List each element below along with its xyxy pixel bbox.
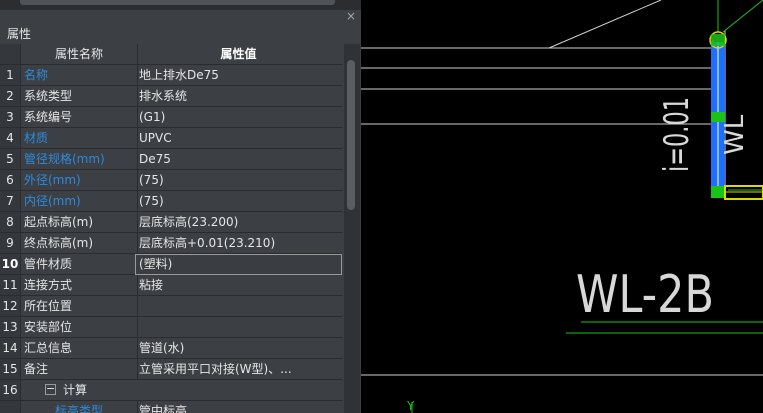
property-value[interactable]: UPVC <box>135 128 342 149</box>
row-number: 9 <box>0 233 21 254</box>
collapse-icon[interactable]: − <box>45 383 56 395</box>
property-value[interactable]: (75) <box>135 191 342 212</box>
row-number: 7 <box>0 191 21 212</box>
property-row[interactable]: 12 所在位置 <box>0 296 343 317</box>
row-number: 6 <box>0 170 21 191</box>
row-number <box>0 401 21 413</box>
group-row-calc[interactable]: 16− 计算 <box>0 380 343 401</box>
property-row[interactable]: 6 外径(mm) (75) <box>0 170 343 191</box>
property-row[interactable]: 15 备注 立管采用平口对接(W型)、... <box>0 359 343 380</box>
row-number: 11 <box>0 275 21 296</box>
property-name: 终点标高(m) <box>21 233 138 254</box>
property-value[interactable]: (G1) <box>135 107 342 128</box>
row-number: 5 <box>0 149 21 170</box>
slope-label: i=0.01 <box>657 97 697 172</box>
property-value-editor[interactable]: (塑料) <box>135 254 342 275</box>
property-value[interactable]: 粘接 <box>135 275 342 296</box>
property-name: 汇总信息 <box>21 338 138 359</box>
property-value[interactable]: (75) <box>135 170 342 191</box>
row-number: 15 <box>0 359 21 380</box>
property-name: 系统类型 <box>21 86 138 107</box>
property-name: 名称 <box>21 65 138 86</box>
riser-label: WL <box>720 114 750 155</box>
property-name: 标高类型 <box>21 401 138 413</box>
property-row[interactable]: 11 连接方式 粘接 <box>0 275 343 296</box>
property-name: 内径(mm) <box>21 191 138 212</box>
pipe-top-fitting <box>711 34 725 46</box>
property-name: 系统编号 <box>21 107 138 128</box>
property-value[interactable]: 管道(水) <box>135 338 342 359</box>
panel-title: 属性 <box>7 27 32 41</box>
properties-panel: × 属性 属性名称 属性值 1 名称 地上排水De75 2 系统类型 排水系统 3 系统编号(… <box>0 0 361 413</box>
ucs-y-label: Y <box>406 399 415 413</box>
property-name: 所在位置 <box>21 296 138 317</box>
property-name: 管件材质 <box>21 254 138 275</box>
property-name: 材质 <box>21 128 138 149</box>
property-value[interactable]: 层底标高(23.200) <box>135 212 342 233</box>
property-row[interactable]: 3 系统编号 (G1) <box>0 107 343 128</box>
row-number: 14 <box>0 338 21 359</box>
header-name[interactable]: 属性名称 <box>21 44 138 65</box>
top-scrollbar[interactable] <box>20 0 335 5</box>
grid-header: 属性名称 属性值 <box>0 44 343 65</box>
close-icon[interactable]: × <box>344 9 358 23</box>
property-value[interactable] <box>135 296 342 317</box>
property-row[interactable]: 9 终点标高(m) 层底标高+0.01(23.210) <box>0 233 343 254</box>
panel-top-strip <box>0 0 361 10</box>
row-number: 10 <box>0 254 21 275</box>
property-value[interactable]: 层底标高+0.01(23.210) <box>135 233 342 254</box>
row-number: 13 <box>0 317 21 338</box>
property-row[interactable]: 13 安装部位 <box>0 317 343 338</box>
header-corner <box>0 44 21 65</box>
cad-canvas[interactable]: WL-2B i=0.01 WL Y <box>361 0 763 413</box>
row-number: 4 <box>0 128 21 149</box>
pipe-label-wl2b: WL-2B <box>576 265 714 325</box>
property-value[interactable]: 排水系统 <box>135 86 342 107</box>
group-cell: − 计算 <box>21 380 140 401</box>
property-name: 备注 <box>21 359 138 380</box>
property-value[interactable]: 地上排水De75 <box>135 65 342 86</box>
property-name: 管径规格(mm) <box>21 149 138 170</box>
property-name: 连接方式 <box>21 275 138 296</box>
property-row[interactable]: 14 汇总信息 管道(水) <box>0 338 343 359</box>
property-row[interactable]: 5 管径规格(mm) De75 <box>0 149 343 170</box>
row-number: 3 <box>0 107 21 128</box>
property-row[interactable]: 4 材质 UPVC <box>0 128 343 149</box>
row-number: 1 <box>0 65 21 86</box>
property-name: 外径(mm) <box>21 170 138 191</box>
property-row[interactable]: 标高类型 管中标高 <box>0 401 343 413</box>
property-row[interactable]: 8 起点标高(m) 层底标高(23.200) <box>0 212 343 233</box>
group-label: 计算 <box>63 383 88 397</box>
property-value[interactable]: 立管采用平口对接(W型)、... <box>135 359 342 380</box>
cad-background <box>361 0 763 413</box>
header-value[interactable]: 属性值 <box>135 44 342 65</box>
row-number: 12 <box>0 296 21 317</box>
property-row[interactable]: 2 系统类型 排水系统 <box>0 86 343 107</box>
row-number: 16 <box>0 380 21 401</box>
row-number: 8 <box>0 212 21 233</box>
property-name: 安装部位 <box>21 317 138 338</box>
property-value[interactable] <box>135 317 342 338</box>
property-value[interactable]: 管中标高 <box>135 401 342 413</box>
property-name: 起点标高(m) <box>21 212 138 233</box>
scrollbar-thumb[interactable] <box>347 60 355 210</box>
pipe-bottom-fitting <box>711 186 725 198</box>
property-row[interactable]: 7 内径(mm) (75) <box>0 191 343 212</box>
group-value <box>135 380 342 401</box>
property-value[interactable]: De75 <box>135 149 342 170</box>
row-number: 2 <box>0 86 21 107</box>
property-row[interactable]: 1 名称 地上排水De75 <box>0 65 343 86</box>
property-row[interactable]: 10 管件材质 (塑料) <box>0 254 343 275</box>
